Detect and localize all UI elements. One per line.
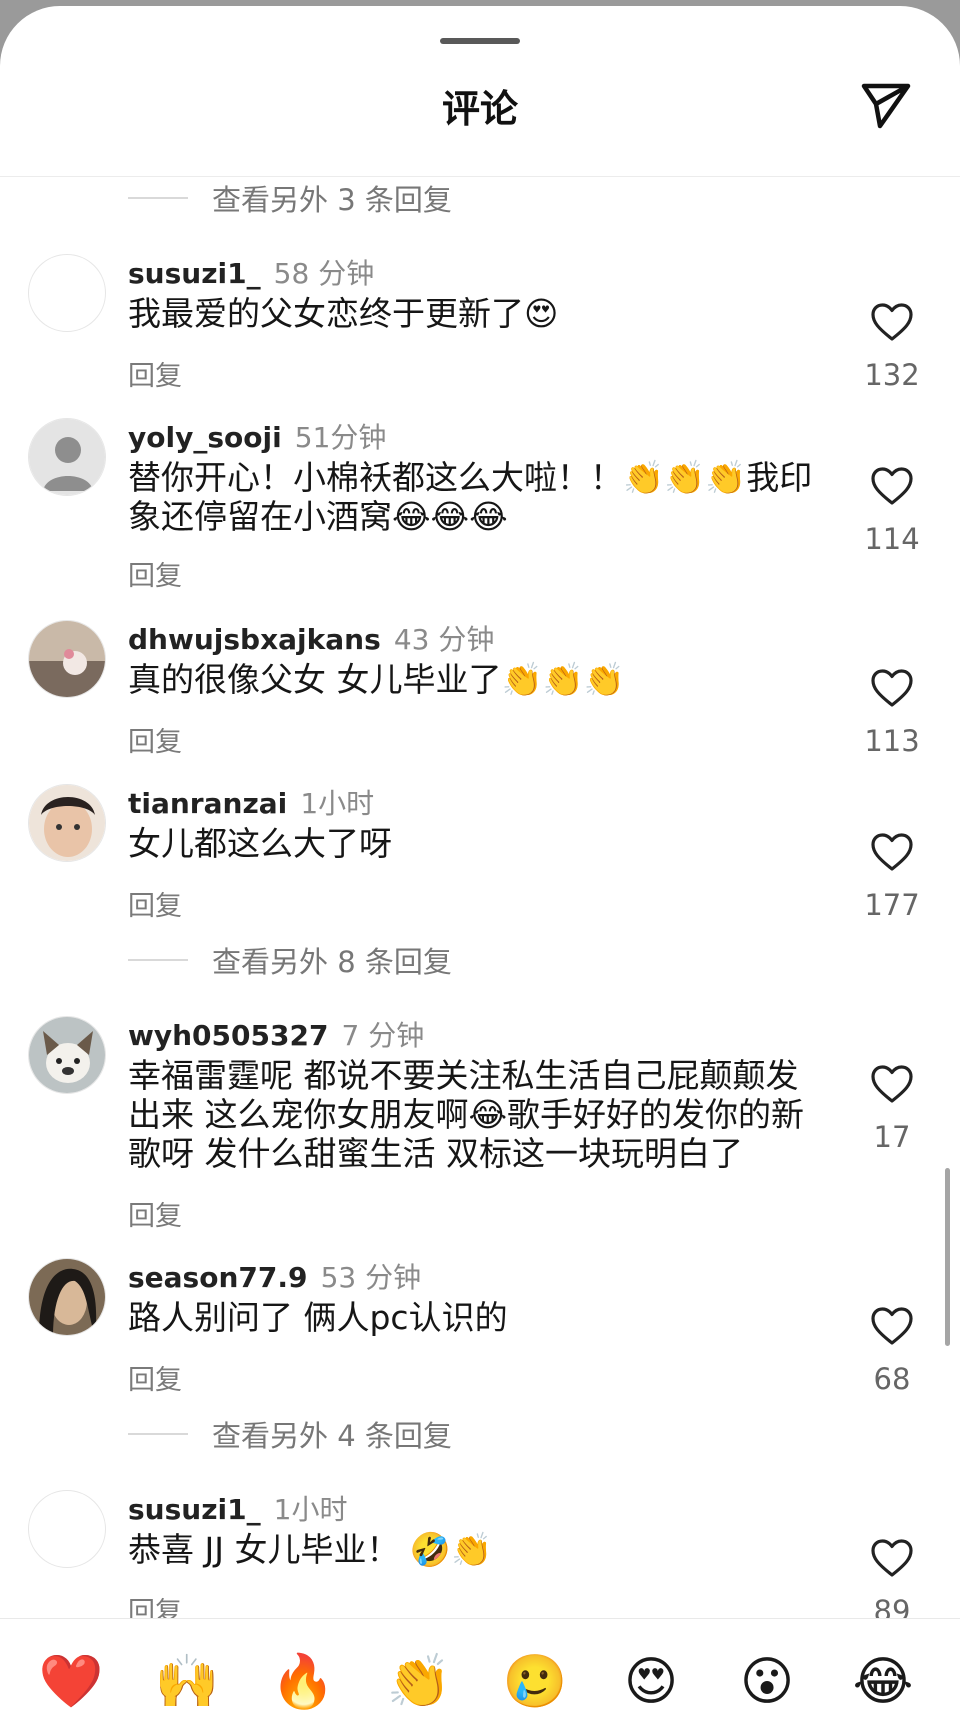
like-count: 17 — [873, 1120, 911, 1154]
raising-hands-emoji-icon[interactable]: 🙌 — [154, 1649, 220, 1715]
view-more-replies-label: 查看另外 8 条回复 — [212, 945, 452, 979]
comment-header: susuzi1_ 1小时 — [128, 1488, 348, 1528]
like-count: 114 — [864, 522, 920, 556]
heart-icon[interactable] — [870, 1538, 914, 1578]
comment-text: 幸福雷霆呢 都说不要关注私生活自己屁颠颠发出来 这么宠你女朋友啊😂歌手好好的发你… — [128, 1056, 805, 1173]
sheet-grabber[interactable] — [440, 38, 520, 44]
avatar[interactable] — [28, 1490, 106, 1568]
reply-button[interactable]: 回复 — [128, 1358, 182, 1397]
surprised-emoji-icon[interactable]: 😮 — [734, 1649, 800, 1715]
comment-username[interactable]: wyh0505327 — [128, 1019, 328, 1052]
comment-username[interactable]: susuzi1_ — [128, 257, 261, 290]
heart-eyes-emoji-icon[interactable]: 😍 — [618, 1649, 684, 1715]
comments-sheet: 评论 查看另外 3 条回复 susuzi1_ 58 分钟 我最爱的父女恋终于更新… — [0, 6, 960, 1724]
comment-header: dhwujsbxajkans 43 分钟 — [128, 618, 494, 658]
heart-icon[interactable] — [870, 668, 914, 708]
like-count: 113 — [864, 724, 920, 758]
like-count: 132 — [864, 358, 920, 392]
reply-button[interactable]: 回复 — [128, 554, 182, 593]
like-count: 177 — [864, 888, 920, 922]
comment-text: 恭喜 JJ 女儿毕业！ 🤣👏 — [128, 1530, 493, 1569]
send-icon[interactable] — [858, 76, 914, 132]
comment-time: 1小时 — [300, 787, 375, 820]
comment-time: 53 分钟 — [320, 1261, 422, 1294]
comment-username[interactable]: susuzi1_ — [128, 1493, 261, 1526]
avatar-photo — [29, 785, 105, 861]
heart-icon[interactable] — [870, 1306, 914, 1346]
comment-time: 43 分钟 — [393, 623, 495, 656]
view-more-replies-label: 查看另外 3 条回复 — [212, 183, 452, 217]
comment-username[interactable]: season77.9 — [128, 1261, 307, 1294]
reply-button[interactable]: 回复 — [128, 1194, 182, 1233]
avatar-photo — [29, 1259, 105, 1335]
teary-smile-emoji-icon[interactable]: 🥲 — [502, 1649, 568, 1715]
replies-divider — [128, 197, 188, 199]
comment-time: 51分钟 — [294, 421, 387, 454]
avatar-photo — [29, 621, 105, 697]
reply-button[interactable]: 回复 — [128, 354, 182, 393]
comment-header: yoly_sooji 51分钟 — [128, 416, 386, 456]
comment-username[interactable]: dhwujsbxajkans — [128, 623, 381, 656]
laughing-emoji-icon[interactable]: 😂 — [850, 1649, 916, 1715]
scrollbar[interactable] — [945, 1168, 950, 1346]
avatar[interactable] — [28, 1016, 106, 1094]
avatar[interactable] — [28, 620, 106, 698]
reply-button[interactable]: 回复 — [128, 720, 182, 759]
comment-username[interactable]: yoly_sooji — [128, 421, 282, 454]
view-more-replies-3[interactable]: 查看另外 4 条回复 — [128, 1412, 452, 1456]
comment-time: 7 分钟 — [341, 1019, 425, 1052]
heart-icon[interactable] — [870, 466, 914, 506]
avatar-photo — [29, 1017, 105, 1093]
replies-divider — [128, 959, 188, 961]
view-more-replies-2[interactable]: 查看另外 8 条回复 — [128, 938, 452, 982]
comment-text: 女儿都这么大了呀 — [128, 824, 392, 863]
comment-text: 替你开心！小棉袄都这么大啦！！👏👏👏我印象还停留在小酒窝😂😂😂 — [128, 458, 813, 536]
heart-icon[interactable] — [870, 832, 914, 872]
comment-header: tianranzai 1小时 — [128, 782, 374, 822]
comment-username[interactable]: tianranzai — [128, 787, 287, 820]
avatar[interactable] — [28, 784, 106, 862]
avatar[interactable] — [28, 1258, 106, 1336]
view-more-replies-1[interactable]: 查看另外 3 条回复 — [128, 176, 452, 220]
avatar[interactable] — [28, 418, 106, 496]
view-more-replies-label: 查看另外 4 条回复 — [212, 1419, 452, 1453]
comment-header: season77.9 53 分钟 — [128, 1256, 421, 1296]
comment-time: 1小时 — [273, 1493, 348, 1526]
clapping-emoji-icon[interactable]: 👏 — [386, 1649, 452, 1715]
comment-header: wyh0505327 7 分钟 — [128, 1014, 424, 1054]
comment-text: 我最爱的父女恋终于更新了😍 — [128, 294, 559, 333]
heart-icon[interactable] — [870, 302, 914, 342]
like-count: 68 — [873, 1362, 911, 1396]
emoji-reaction-bar: ❤️ 🙌 🔥 👏 🥲 😍 😮 😂 — [0, 1618, 960, 1724]
heart-emoji-icon[interactable]: ❤️ — [38, 1649, 104, 1715]
comment-text: 路人别问了 俩人pc认识的 — [128, 1298, 508, 1337]
replies-divider — [128, 1433, 188, 1435]
comment-header: susuzi1_ 58 分钟 — [128, 252, 374, 292]
page-title: 评论 — [441, 87, 518, 131]
default-avatar-icon — [29, 419, 105, 495]
fire-emoji-icon[interactable]: 🔥 — [270, 1649, 336, 1715]
comment-time: 58 分钟 — [273, 257, 375, 290]
comment-text: 真的很像父女 女儿毕业了👏👏👏 — [128, 660, 625, 699]
avatar[interactable] — [28, 254, 106, 332]
reply-button[interactable]: 回复 — [128, 884, 182, 923]
heart-icon[interactable] — [870, 1064, 914, 1104]
